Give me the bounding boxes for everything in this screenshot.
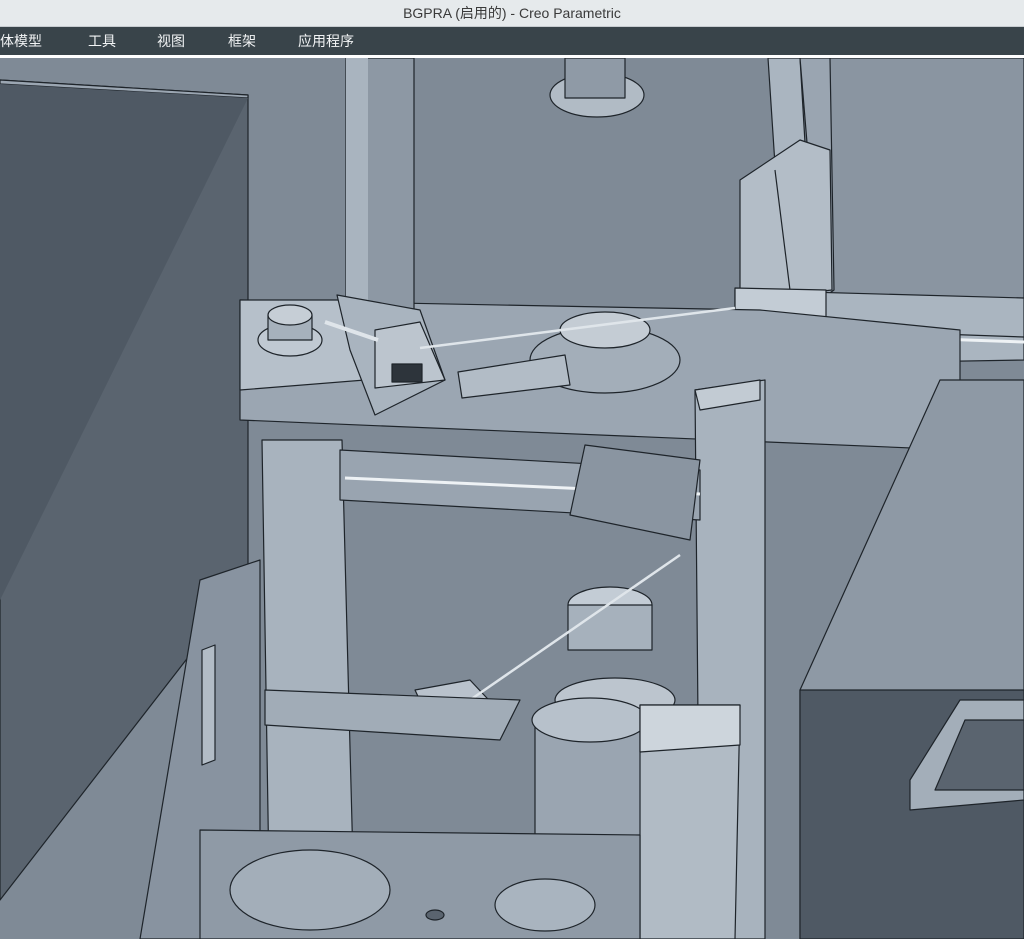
spindle-base-top	[531, 697, 649, 743]
spindle-collar	[567, 604, 653, 651]
window-title-bar: BGPRA (启用的) - Creo Parametric	[0, 0, 1024, 27]
menu-item-frame[interactable]: 框架	[228, 27, 256, 55]
base-left-flange	[229, 849, 391, 931]
front-extrusion-cap	[639, 704, 741, 753]
top-hub-body	[564, 58, 626, 99]
menu-item-tools[interactable]: 工具	[88, 27, 116, 55]
base-right-flange	[494, 878, 596, 932]
menu-item-applications[interactable]: 应用程序	[298, 27, 354, 55]
model-viewport[interactable]	[0, 58, 1024, 939]
sensor-window	[391, 363, 423, 383]
column-highlight	[346, 58, 368, 328]
menu-item-view[interactable]: 视图	[157, 27, 185, 55]
menu-item-mannequin[interactable]: 人体模型	[0, 27, 42, 55]
knob-top	[267, 304, 313, 326]
rotary-cap	[559, 311, 651, 349]
frame-panel-upper-right	[819, 58, 1024, 301]
window-title: BGPRA (启用的) - Creo Parametric	[403, 5, 621, 21]
left-track-clip	[201, 644, 216, 766]
cad-model-render[interactable]	[0, 58, 1024, 939]
base-hole	[425, 909, 445, 921]
menu-bar: 人体模型 工具 视图 框架 应用程序	[0, 27, 1024, 55]
